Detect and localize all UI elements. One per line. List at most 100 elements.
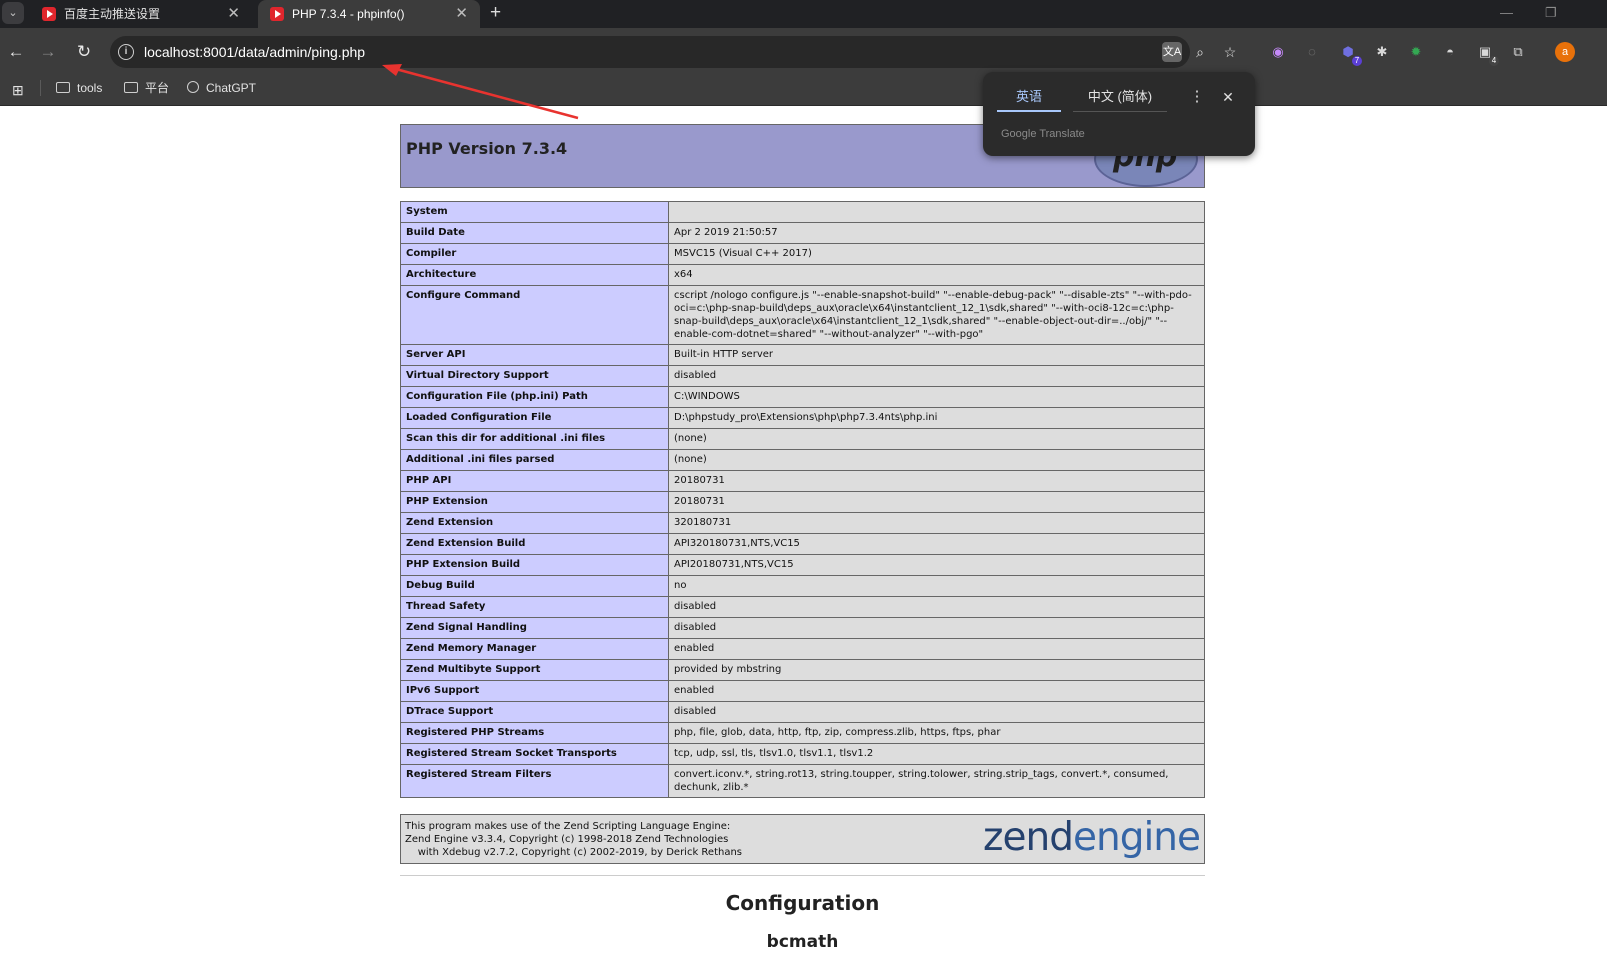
info-row: PHP Extension Build API20180731,NTS,VC15	[400, 554, 1205, 576]
gear-ext-icon[interactable]: ✹	[1406, 42, 1426, 62]
tab-search-chevron-icon[interactable]: ⌄	[2, 2, 24, 24]
bookmark-star-icon[interactable]: ☆	[1220, 42, 1240, 62]
info-key: Configure Command	[400, 285, 669, 345]
info-row: Registered Stream Filters convert.iconv.*…	[400, 764, 1205, 798]
info-row: Architecture x64	[400, 264, 1205, 286]
info-row: Additional .ini files parsed (none)	[400, 449, 1205, 471]
info-value: enabled	[668, 680, 1205, 702]
apps-grid-icon[interactable]: ⊞	[12, 78, 24, 102]
info-row: Compiler MSVC15 (Visual C++ 2017)	[400, 243, 1205, 265]
bookmark-chatgpt[interactable]: ChatGPT	[187, 76, 256, 100]
info-key: PHP Extension	[400, 491, 669, 513]
restore-window-icon[interactable]: ❐	[1545, 0, 1557, 28]
info-value: (none)	[668, 428, 1205, 450]
folder-icon	[56, 82, 70, 93]
translate-icon[interactable]: 文A	[1162, 42, 1182, 62]
info-row: System	[400, 201, 1205, 223]
zend-credits: This program makes use of the Zend Scrip…	[405, 820, 742, 859]
info-key: Server API	[400, 344, 669, 366]
info-value: enabled	[668, 638, 1205, 660]
info-row: Configure Command cscript /nologo configu…	[400, 285, 1205, 345]
tab-close-icon[interactable]: ✕	[455, 0, 468, 28]
puzzle-icon[interactable]: ⧉	[1508, 42, 1528, 62]
chatgpt-icon	[187, 81, 199, 93]
zend-line: with Xdebug v2.7.2, Copyright (c) 2002-2…	[405, 847, 743, 858]
phpinfo-table: System Build Date Apr 2 2019 21:50:57 Compi…	[400, 201, 1205, 798]
info-key: Registered PHP Streams	[400, 722, 669, 744]
badge-ext-icon[interactable]: ⬢ 7	[1338, 42, 1362, 66]
bug-ext-icon[interactable]: ✱	[1372, 42, 1392, 62]
minimize-window-icon[interactable]: —	[1500, 0, 1513, 28]
youtube-favicon-icon	[42, 7, 56, 21]
info-row: Build Date Apr 2 2019 21:50:57	[400, 222, 1205, 244]
info-key: Zend Signal Handling	[400, 617, 669, 639]
back-button[interactable]: ←	[2, 28, 30, 76]
translate-source-tab[interactable]: 英语	[997, 82, 1061, 112]
info-value: D:\phpstudy_pro\Extensions\php\php7.3.4n…	[668, 407, 1205, 429]
info-key: IPv6 Support	[400, 680, 669, 702]
info-key: Loaded Configuration File	[400, 407, 669, 429]
tile-ext-icon[interactable]: ▣ 4	[1475, 42, 1499, 66]
info-key: Scan this dir for additional .ini files	[400, 428, 669, 450]
info-row: Zend Signal Handling disabled	[400, 617, 1205, 639]
info-value: convert.iconv.*, string.rot13, string.to…	[668, 764, 1205, 798]
bookmark-label: ChatGPT	[206, 81, 257, 95]
forward-button[interactable]: →	[34, 28, 62, 76]
info-value: (none)	[668, 449, 1205, 471]
info-value: tcp, udp, ssl, tls, tlsv1.0, tlsv1.1, tl…	[668, 743, 1205, 765]
address-bar[interactable]: i localhost:8001/data/admin/ping.php 文A …	[110, 36, 1236, 68]
info-value: API320180731,NTS,VC15	[668, 533, 1205, 555]
info-row: Registered PHP Streams php, file, glob, d…	[400, 722, 1205, 744]
address-url[interactable]: localhost:8001/data/admin/ping.php	[144, 36, 365, 68]
zend-engine-logo[interactable]: zendengine	[983, 815, 1201, 860]
info-row: PHP Extension 20180731	[400, 491, 1205, 513]
configuration-heading: Configuration	[725, 891, 880, 915]
info-value: C:\WINDOWS	[668, 386, 1205, 408]
info-value: Apr 2 2019 21:50:57	[668, 222, 1205, 244]
info-row: DTrace Support disabled	[400, 701, 1205, 723]
info-row: Debug Build no	[400, 575, 1205, 597]
bookmark-label: 平台	[145, 81, 170, 95]
new-tab-button[interactable]: +	[490, 0, 501, 28]
profile-avatar[interactable]: a	[1555, 42, 1575, 62]
close-icon[interactable]: ✕	[1219, 82, 1237, 112]
info-value: MSVC15 (Visual C++ 2017)	[668, 243, 1205, 265]
info-row: Zend Extension 320180731	[400, 512, 1205, 534]
info-row: Zend Memory Manager enabled	[400, 638, 1205, 660]
info-key: Compiler	[400, 243, 669, 265]
zoom-icon[interactable]: ⌕	[1190, 42, 1210, 62]
info-value: php, file, glob, data, http, ftp, zip, c…	[668, 722, 1205, 744]
info-value: provided by mbstring	[668, 659, 1205, 681]
info-value: Built-in HTTP server	[668, 344, 1205, 366]
info-row: IPv6 Support enabled	[400, 680, 1205, 702]
info-key: Zend Multibyte Support	[400, 659, 669, 681]
info-key: DTrace Support	[400, 701, 669, 723]
mask-ext-icon[interactable]: ◓	[1440, 42, 1460, 62]
info-value: disabled	[668, 701, 1205, 723]
info-key: Additional .ini files parsed	[400, 449, 669, 471]
zend-logo-right: engine	[1072, 815, 1201, 860]
bookmark-folder-tools[interactable]: tools	[56, 76, 102, 100]
tab-baidu-push[interactable]: 百度主动推送设置 ✕	[30, 0, 252, 28]
tab-phpinfo[interactable]: PHP 7.3.4 - phpinfo() ✕	[258, 0, 480, 28]
info-value: cscript /nologo configure.js "--enable-s…	[668, 285, 1205, 345]
bookmark-folder-platform[interactable]: 平台	[124, 76, 169, 100]
module-heading: bcmath	[766, 932, 839, 952]
loop-ext-icon[interactable]: ◌	[1302, 42, 1322, 62]
info-row: Configuration File (php.ini) Path C:\WIND…	[400, 386, 1205, 408]
google-translate-brand: Google Translate	[1001, 128, 1085, 140]
info-key: Zend Extension	[400, 512, 669, 534]
site-info-icon[interactable]: i	[118, 44, 134, 60]
more-options-icon[interactable]: ⋮	[1189, 82, 1205, 112]
info-row: Loaded Configuration File D:\phpstudy_pro…	[400, 407, 1205, 429]
reload-button[interactable]: ↻	[70, 28, 98, 76]
info-key: Registered Stream Socket Transports	[400, 743, 669, 765]
info-key: Architecture	[400, 264, 669, 286]
info-key: System	[400, 201, 669, 223]
zend-engine-box: This program makes use of the Zend Scrip…	[400, 814, 1205, 864]
info-row: Virtual Directory Support disabled	[400, 365, 1205, 387]
ring-ext-icon[interactable]: ◉	[1268, 42, 1288, 62]
info-value: 20180731	[668, 470, 1205, 492]
tab-close-icon[interactable]: ✕	[227, 0, 240, 28]
translate-target-tab[interactable]: 中文 (简体)	[1073, 82, 1167, 112]
